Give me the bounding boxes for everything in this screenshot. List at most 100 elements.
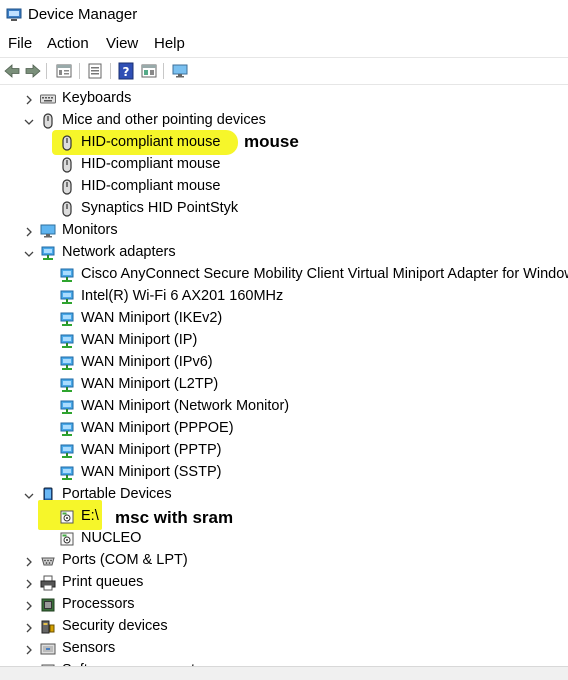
tree-category[interactable]: Keyboards bbox=[0, 88, 568, 110]
menu-file[interactable]: File bbox=[8, 35, 32, 52]
device-manager-icon bbox=[6, 8, 22, 21]
tree-category[interactable]: Processors bbox=[0, 594, 568, 616]
tree-device[interactable]: WAN Miniport (IKEv2) bbox=[0, 308, 568, 330]
properties-icon[interactable] bbox=[86, 62, 104, 80]
tree-label: E:\ bbox=[81, 508, 99, 524]
tree-label: Intel(R) Wi-Fi 6 AX201 160MHz bbox=[81, 288, 284, 304]
annotation-mouse: mouse bbox=[244, 132, 299, 151]
drive-icon bbox=[59, 509, 75, 525]
monitor-icon[interactable] bbox=[171, 62, 189, 80]
tree-device[interactable]: WAN Miniport (PPTP) bbox=[0, 440, 568, 462]
keyboard-icon bbox=[40, 91, 56, 107]
tree-label: WAN Miniport (IP) bbox=[81, 332, 198, 348]
menu-bar: File Action View Help bbox=[0, 31, 568, 57]
mouse-icon bbox=[59, 135, 75, 151]
device-tree[interactable]: Keyboards Mice and other pointing devices… bbox=[0, 84, 568, 666]
chevron-right-icon[interactable] bbox=[23, 643, 35, 655]
sensor-icon bbox=[40, 641, 56, 657]
back-icon[interactable] bbox=[3, 62, 21, 80]
horizontal-scrollbar[interactable] bbox=[0, 666, 568, 680]
menu-view[interactable]: View bbox=[106, 35, 138, 52]
chevron-right-icon[interactable] bbox=[23, 577, 35, 589]
drive-icon bbox=[59, 531, 75, 547]
network-icon bbox=[59, 333, 75, 349]
tree-label: WAN Miniport (PPPOE) bbox=[81, 420, 234, 436]
help-icon[interactable]: ? bbox=[117, 62, 135, 80]
tree-label: Security devices bbox=[62, 618, 168, 634]
tree-label: Mice and other pointing devices bbox=[62, 112, 266, 128]
tree-category[interactable]: Ports (COM & LPT) bbox=[0, 550, 568, 572]
tree-label: WAN Miniport (IPv6) bbox=[81, 354, 213, 370]
tree-category[interactable]: Network adapters bbox=[0, 242, 568, 264]
tree-label: HID-compliant mouse bbox=[81, 134, 221, 150]
network-icon bbox=[59, 355, 75, 371]
forward-icon[interactable] bbox=[24, 62, 42, 80]
tree-device[interactable]: Cisco AnyConnect Secure Mobility Client … bbox=[0, 264, 568, 286]
tree-label: HID-compliant mouse bbox=[81, 156, 221, 172]
tree-label: Print queues bbox=[62, 574, 144, 590]
tree-label: WAN Miniport (IKEv2) bbox=[81, 310, 223, 326]
mouse-icon bbox=[59, 157, 75, 173]
details-view-icon[interactable] bbox=[140, 62, 158, 80]
tree-category[interactable]: Mice and other pointing devices bbox=[0, 110, 568, 132]
tree-device[interactable]: E:\ bbox=[0, 500, 568, 530]
chevron-right-icon[interactable] bbox=[23, 555, 35, 567]
network-icon bbox=[59, 421, 75, 437]
tree-device[interactable]: HID-compliant mouse bbox=[0, 154, 568, 176]
tree-device[interactable]: WAN Miniport (SSTP) bbox=[0, 462, 568, 484]
tree-label: Network adapters bbox=[62, 244, 176, 260]
tree-device[interactable]: WAN Miniport (PPPOE) bbox=[0, 418, 568, 440]
tree-label: Synaptics HID PointStyk bbox=[81, 200, 239, 216]
chevron-right-icon[interactable] bbox=[23, 621, 35, 633]
tree-label: Ports (COM & LPT) bbox=[62, 552, 188, 568]
mouse-icon bbox=[59, 179, 75, 195]
tree-label: WAN Miniport (L2TP) bbox=[81, 376, 219, 392]
tree-device[interactable]: WAN Miniport (L2TP) bbox=[0, 374, 568, 396]
network-icon bbox=[59, 289, 75, 305]
tree-device[interactable]: WAN Miniport (IP) bbox=[0, 330, 568, 352]
tree-device[interactable]: Synaptics HID PointStyk bbox=[0, 198, 568, 220]
tree-label: WAN Miniport (PPTP) bbox=[81, 442, 222, 458]
processor-icon bbox=[40, 597, 56, 613]
mouse-icon bbox=[40, 113, 56, 129]
chevron-right-icon[interactable] bbox=[23, 225, 35, 237]
tree-device[interactable]: NUCLEO bbox=[0, 528, 568, 550]
computer-view-icon[interactable] bbox=[55, 62, 73, 80]
chevron-down-icon[interactable] bbox=[23, 489, 35, 501]
network-icon bbox=[59, 443, 75, 459]
menu-help[interactable]: Help bbox=[154, 35, 185, 52]
title-bar: Device Manager bbox=[0, 0, 568, 30]
chevron-right-icon[interactable] bbox=[23, 599, 35, 611]
tree-label: HID-compliant mouse bbox=[81, 178, 221, 194]
svg-text:?: ? bbox=[123, 65, 130, 79]
menu-action[interactable]: Action bbox=[47, 35, 89, 52]
window-title: Device Manager bbox=[28, 6, 138, 23]
network-icon bbox=[59, 311, 75, 327]
tree-label: Processors bbox=[62, 596, 135, 612]
chevron-right-icon[interactable] bbox=[23, 93, 35, 105]
tree-device[interactable]: WAN Miniport (Network Monitor) bbox=[0, 396, 568, 418]
security-icon bbox=[40, 619, 56, 635]
tree-category[interactable]: Print queues bbox=[0, 572, 568, 594]
network-icon bbox=[59, 465, 75, 481]
network-icon bbox=[59, 267, 75, 283]
chevron-down-icon[interactable] bbox=[23, 247, 35, 259]
tree-category[interactable]: Monitors bbox=[0, 220, 568, 242]
tree-device[interactable]: Intel(R) Wi-Fi 6 AX201 160MHz bbox=[0, 286, 568, 308]
chevron-down-icon[interactable] bbox=[23, 115, 35, 127]
tree-category[interactable]: Sensors bbox=[0, 638, 568, 660]
network-icon bbox=[59, 377, 75, 393]
port-icon bbox=[40, 553, 56, 569]
annotation-msc: msc with sram bbox=[115, 508, 234, 527]
tree-label: Sensors bbox=[62, 640, 116, 656]
tree-category[interactable]: Security devices bbox=[0, 616, 568, 638]
mouse-icon bbox=[59, 201, 75, 217]
toolbar: ? bbox=[0, 57, 568, 85]
network-icon bbox=[40, 245, 56, 261]
tree-device[interactable]: WAN Miniport (IPv6) bbox=[0, 352, 568, 374]
printer-icon bbox=[40, 575, 56, 591]
monitor-icon bbox=[40, 223, 56, 239]
tree-label: WAN Miniport (SSTP) bbox=[81, 464, 222, 480]
network-icon bbox=[59, 399, 75, 415]
tree-device[interactable]: HID-compliant mouse bbox=[0, 176, 568, 198]
